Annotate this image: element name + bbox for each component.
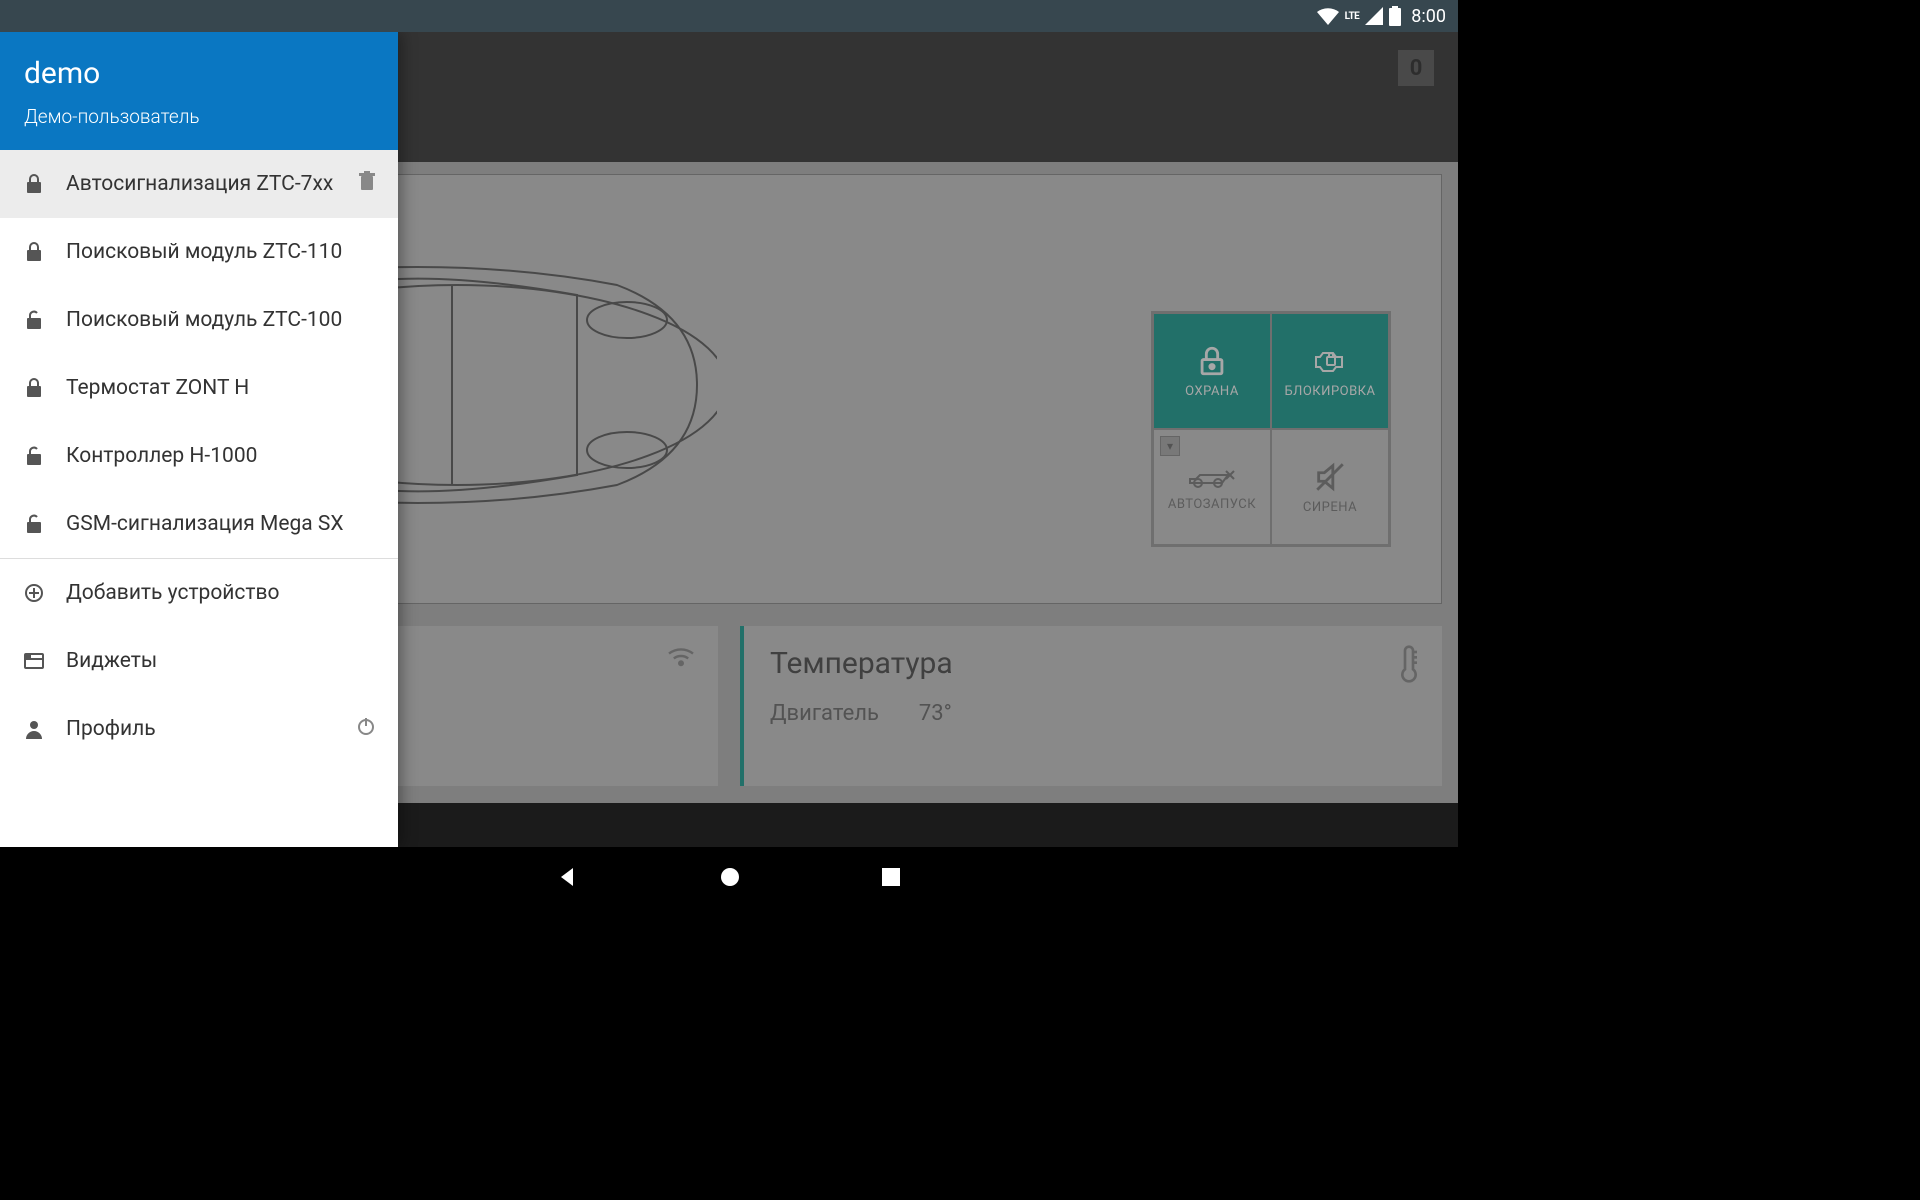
drawer-username: demo bbox=[24, 56, 374, 91]
device-item-h1000[interactable]: Контроллер H-1000 bbox=[0, 422, 398, 490]
drawer-header: demo Демо-пользователь bbox=[0, 32, 398, 150]
device-item-ztc7xx[interactable]: Автосигнализация ZTC-7xx bbox=[0, 150, 398, 218]
lock-closed-icon bbox=[22, 378, 46, 398]
device-item-label: Поисковый модуль ZTC-100 bbox=[66, 308, 342, 332]
device-item-label: GSM-сигнализация Mega SX bbox=[66, 512, 344, 536]
person-icon bbox=[22, 719, 46, 739]
drawer-subtitle: Демо-пользователь bbox=[24, 105, 374, 128]
device-item-ztc110[interactable]: Поисковый модуль ZTC-110 bbox=[0, 218, 398, 286]
lock-closed-icon bbox=[22, 174, 46, 194]
wifi-status-icon bbox=[1317, 7, 1339, 25]
drawer-list: Автосигнализация ZTC-7xx Поисковый модул… bbox=[0, 150, 398, 847]
lock-open-icon bbox=[22, 514, 46, 534]
device-item-label: Термостат ZONT H bbox=[66, 376, 249, 400]
widgets-icon bbox=[22, 653, 46, 669]
profile[interactable]: Профиль bbox=[0, 695, 398, 763]
battery-icon bbox=[1389, 6, 1401, 26]
add-device[interactable]: Добавить устройство bbox=[0, 559, 398, 627]
lock-open-icon bbox=[22, 446, 46, 466]
device-item-label: Поисковый модуль ZTC-110 bbox=[66, 240, 342, 264]
nav-home-button[interactable] bbox=[719, 866, 741, 892]
device-item-zont-h[interactable]: Термостат ZONT H bbox=[0, 354, 398, 422]
clock: 8:00 bbox=[1411, 6, 1446, 27]
nav-recent-button[interactable] bbox=[881, 867, 901, 891]
power-icon[interactable] bbox=[356, 716, 376, 742]
widgets[interactable]: Виджеты bbox=[0, 627, 398, 695]
device-item-label: Контроллер H-1000 bbox=[66, 444, 257, 468]
device-item-mega-sx[interactable]: GSM-сигнализация Mega SX bbox=[0, 490, 398, 558]
profile-label: Профиль bbox=[66, 717, 156, 741]
android-nav-bar bbox=[0, 847, 1458, 911]
lock-closed-icon bbox=[22, 242, 46, 262]
trash-icon[interactable] bbox=[358, 171, 376, 197]
device-item-label: Автосигнализация ZTC-7xx bbox=[66, 172, 333, 196]
add-device-label: Добавить устройство bbox=[66, 581, 280, 605]
lock-open-icon bbox=[22, 310, 46, 330]
nav-back-button[interactable] bbox=[557, 866, 579, 892]
lte-indicator: LTE bbox=[1345, 11, 1360, 22]
device-item-ztc100[interactable]: Поисковый модуль ZTC-100 bbox=[0, 286, 398, 354]
signal-icon bbox=[1365, 7, 1383, 25]
navigation-drawer: demo Демо-пользователь Автосигнализация … bbox=[0, 32, 398, 847]
widgets-label: Виджеты bbox=[66, 649, 157, 673]
plus-circle-icon bbox=[22, 583, 46, 603]
status-bar: LTE 8:00 bbox=[0, 0, 1458, 32]
